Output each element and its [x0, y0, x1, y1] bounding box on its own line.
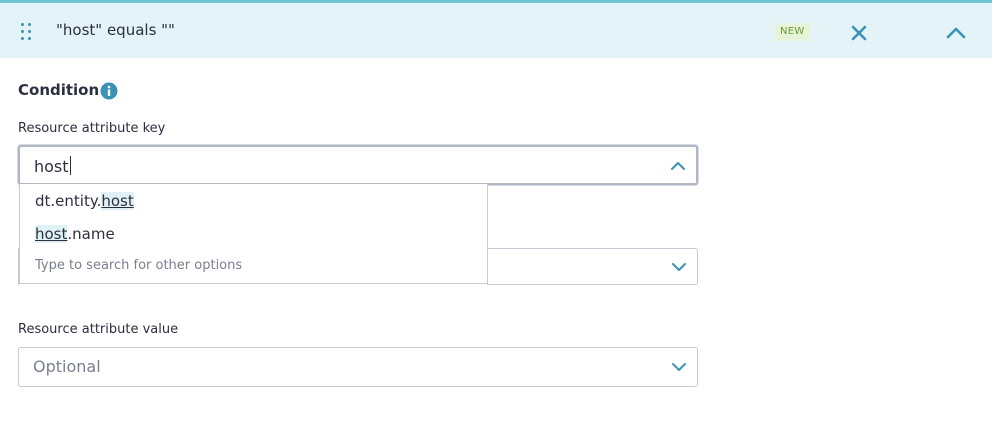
condition-summary-title: "host" equals ""	[56, 21, 175, 39]
key-field-value: host	[34, 157, 69, 176]
chevron-down-icon[interactable]	[671, 260, 687, 274]
dropdown-search-hint[interactable]: Type to search for other options	[35, 258, 242, 273]
key-suggestions-dropdown: dt.entity.host host.name Type to search …	[19, 184, 488, 284]
chevron-up-icon[interactable]	[670, 159, 686, 173]
chevron-up-icon[interactable]	[945, 26, 967, 40]
key-field-label: Resource attribute key	[18, 121, 166, 136]
drag-handle-icon[interactable]	[21, 23, 33, 41]
value-field-input[interactable]: Optional	[18, 347, 698, 387]
key-field-input[interactable]: host	[18, 145, 698, 185]
chevron-down-icon[interactable]	[671, 360, 687, 374]
info-icon[interactable]	[100, 82, 118, 100]
section-title: Condition	[18, 81, 100, 99]
value-field-placeholder: Optional	[33, 357, 101, 376]
condition-header[interactable]: "host" equals "" NEW	[0, 0, 992, 58]
value-field-label: Resource attribute value	[18, 322, 179, 337]
new-badge: NEW	[775, 23, 810, 41]
close-icon[interactable]	[850, 24, 868, 42]
operator-field[interactable]	[487, 248, 698, 285]
dropdown-option[interactable]: host.name	[35, 225, 115, 243]
dropdown-option[interactable]: dt.entity.host	[35, 192, 134, 210]
text-caret	[69, 156, 71, 175]
